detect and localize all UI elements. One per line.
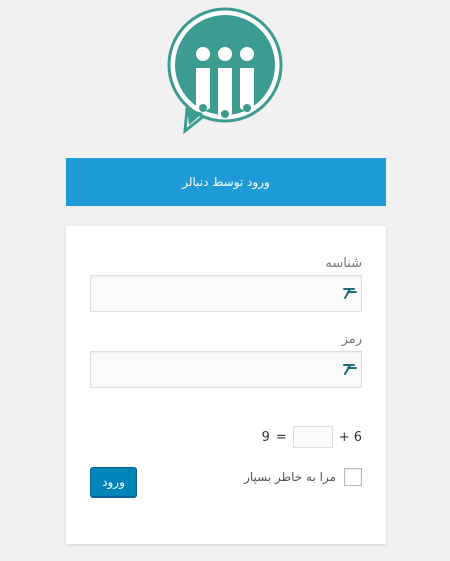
password-label: رمز [341,332,362,347]
captcha-row: 9 = + 6 [90,426,362,448]
remember-me-label: مرا به خاطر بسپار [244,470,336,484]
captcha-result: 9 [261,429,270,445]
username-label: شناسه [325,256,362,271]
captcha-left-operand: 6 [353,429,362,445]
password-input[interactable] [90,351,362,388]
username-input[interactable] [90,275,362,312]
captcha-input[interactable] [292,426,333,448]
input-assist-icon [343,288,357,299]
input-assist-icon [343,364,357,375]
social-login-button[interactable]: ورود توسط دنبالر [66,158,386,206]
remember-me-checkbox[interactable] [344,468,362,486]
remember-me-row: مرا به خاطر بسپار [244,468,362,486]
social-login-label: ورود توسط دنبالر [182,175,270,189]
login-submit-button[interactable]: ورود [90,467,137,497]
captcha-equals: = [275,429,287,445]
site-logo-icon [167,7,283,135]
captcha-operator: + [338,429,350,445]
login-form: شناسه رمز 9 = + 6 مرا به خاطر بسپار ورود [66,226,386,544]
